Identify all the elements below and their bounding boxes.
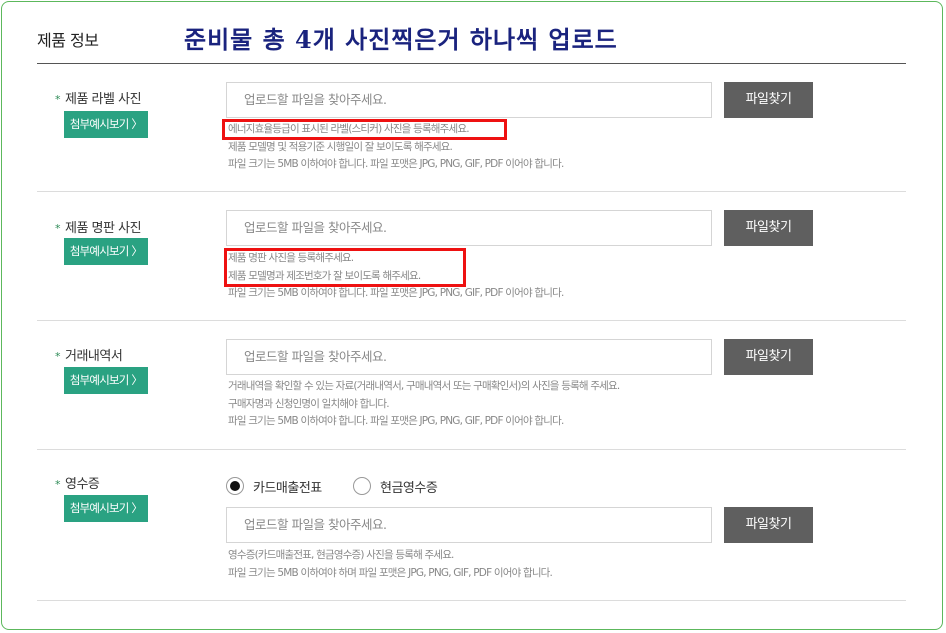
radio-label-cash-receipt: 현금영수증	[380, 481, 438, 496]
radio-cash-receipt[interactable]	[353, 477, 371, 495]
find-file-button[interactable]: 파일찾기	[724, 339, 813, 375]
example-view-button[interactable]: 첨부예시보기 〉	[64, 111, 148, 138]
help-line: 제품 모델명 및 적용기준 시행일이 잘 보이도록 해주세요.	[228, 140, 453, 153]
radio-label-card-sales-slip: 카드매출전표	[253, 481, 322, 496]
help-line: 파일 크기는 5MB 이하여야 합니다. 파일 포맷은 JPG, PNG, GI…	[228, 287, 564, 299]
help-text: 거래내역을 확인할 수 있는 자료(거래내역서, 구매내역서 또는 구매확인서)…	[228, 378, 620, 431]
help-line: 파일 크기는 5MB 이하여야 합니다. 파일 포맷은 JPG, PNG, GI…	[228, 415, 564, 427]
field-label: * 영수증	[55, 473, 100, 492]
find-file-button[interactable]: 파일찾기	[724, 82, 813, 118]
file-upload-input[interactable]: 업로드할 파일을 찾아주세요.	[226, 339, 712, 375]
help-line: 파일 크기는 5MB 이하여야 하며 파일 포맷은 JPG, PNG, GIF,…	[228, 566, 553, 579]
help-line: 구매자명과 신청인명이 일치해야 합니다.	[228, 397, 390, 410]
file-upload-input[interactable]: 업로드할 파일을 찾아주세요.	[226, 82, 712, 118]
required-mark: *	[55, 93, 61, 106]
field-label-text: 영수증	[65, 477, 100, 492]
field-label: * 제품 라벨 사진	[55, 88, 142, 107]
field-label-text: 제품 명판 사진	[65, 221, 142, 236]
required-mark: *	[55, 478, 61, 491]
help-line: 거래내역을 확인할 수 있는 자료(거래내역서, 구매내역서 또는 구매확인서)…	[228, 380, 620, 392]
annotation-text: 준비물 총 4개 사진찍은거 하나씩 업로드	[184, 25, 618, 54]
file-upload-input[interactable]: 업로드할 파일을 찾아주세요.	[226, 507, 712, 543]
field-label: * 거래내역서	[55, 345, 123, 364]
required-mark: *	[55, 222, 61, 235]
help-line: 영수증(카드매출전표, 현금영수증) 사진을 등록해 주세요.	[228, 549, 454, 561]
row-divider	[37, 191, 906, 192]
field-label-text: 거래내역서	[65, 349, 123, 364]
highlight-box	[224, 248, 466, 287]
radio-card-sales-slip[interactable]	[226, 477, 244, 495]
required-mark: *	[55, 350, 61, 363]
example-view-button[interactable]: 첨부예시보기 〉	[64, 367, 148, 394]
highlight-box	[222, 119, 507, 140]
help-line: 파일 크기는 5MB 이하여야 합니다. 파일 포맷은 JPG, PNG, GI…	[228, 158, 564, 170]
row-divider	[37, 320, 906, 321]
file-upload-input[interactable]: 업로드할 파일을 찾아주세요.	[226, 210, 712, 246]
example-view-button[interactable]: 첨부예시보기 〉	[64, 495, 148, 522]
section-title: 제품 정보	[37, 31, 99, 50]
field-label-text: 제품 라벨 사진	[65, 92, 142, 107]
section-divider	[37, 63, 906, 64]
help-text: 영수증(카드매출전표, 현금영수증) 사진을 등록해 주세요. 파일 크기는 5…	[228, 547, 553, 582]
row-divider	[37, 449, 906, 450]
field-label: * 제품 명판 사진	[55, 217, 142, 236]
find-file-button[interactable]: 파일찾기	[724, 210, 813, 246]
example-view-button[interactable]: 첨부예시보기 〉	[64, 238, 148, 265]
row-divider	[37, 600, 906, 601]
find-file-button[interactable]: 파일찾기	[724, 507, 813, 543]
